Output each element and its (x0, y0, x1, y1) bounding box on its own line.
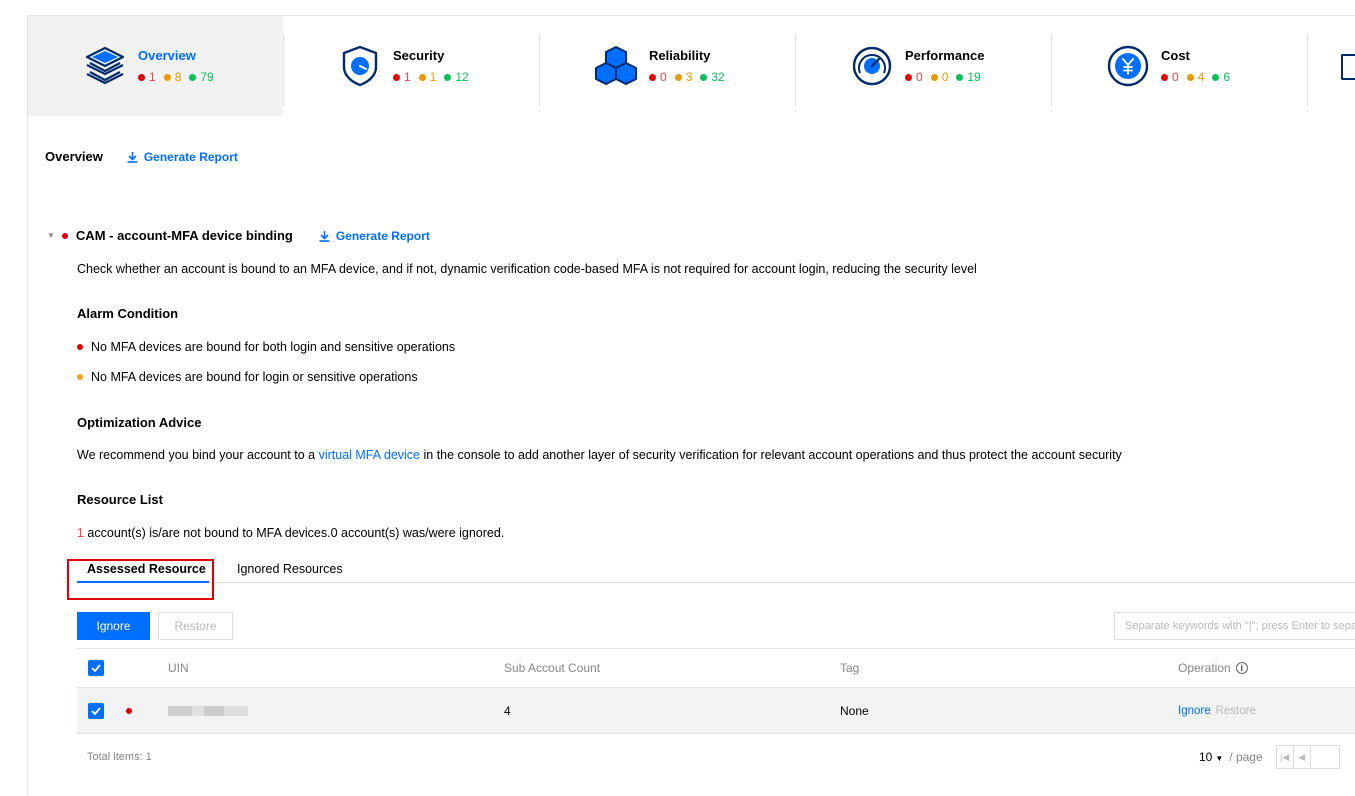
alarm-high-text: No MFA devices are bound for both login … (91, 340, 456, 354)
overview-header: Overview Generate Report (45, 149, 238, 164)
check-description: Check whether an account is bound to an … (77, 262, 977, 276)
high-risk-dot (77, 344, 83, 350)
healthy-count: 12 (444, 70, 469, 84)
yen-coin-icon (1107, 45, 1149, 87)
tab-overview[interactable]: Overview 1 8 79 (28, 16, 283, 116)
operation-cell: Ignore Restore (1178, 688, 1256, 733)
select-all-checkbox[interactable] (88, 649, 104, 687)
resource-tabs: Assessed Resource Ignored Resources (77, 562, 1355, 583)
info-icon[interactable]: i (1235, 662, 1248, 674)
medium-risk-count: 8 (163, 70, 181, 84)
page-size-select[interactable]: 10 ▼ (1199, 750, 1223, 764)
medium-risk-dot (77, 374, 83, 380)
per-page-label: / page (1229, 750, 1263, 764)
row-restore-link[interactable]: Restore (1216, 705, 1256, 717)
medium-risk-count: 0 (930, 70, 948, 84)
overview-generate-report-button[interactable]: Generate Report (127, 150, 238, 164)
tab-title: Security (393, 48, 445, 63)
healthy-count: 6 (1212, 70, 1230, 84)
high-risk-count: 0 (905, 70, 923, 84)
category-bar: Overview 1 8 79 Security 1 1 12 Reliabil… (28, 16, 1355, 116)
pagination: 10 ▼ / page |◀ ◀ (1199, 745, 1340, 769)
check-item-header: ▼ CAM - account-MFA device binding Gener… (47, 228, 430, 243)
resource-list-heading: Resource List (77, 492, 163, 507)
chevron-down-icon: ▼ (1215, 754, 1224, 763)
column-tag: Tag (840, 661, 860, 675)
tab-title: Overview (138, 48, 196, 63)
alarm-medium: No MFA devices are bound for login or se… (77, 370, 418, 384)
cubes-icon (595, 46, 637, 85)
resource-summary-text: account(s) is/are not bound to MFA devic… (83, 526, 505, 540)
healthy-count: 79 (189, 70, 214, 84)
row-risk-dot (126, 688, 132, 733)
high-risk-dot (61, 232, 68, 239)
tab-title: Cost (1161, 48, 1190, 63)
optimization-advice: We recommend you bind your account to a … (77, 448, 1122, 462)
shield-icon (342, 45, 378, 87)
tab-performance[interactable]: Performance 0 0 19 (795, 16, 1051, 116)
total-items: Total items: 1 (87, 751, 152, 763)
search-input[interactable] (1114, 612, 1355, 640)
row-ignore-link[interactable]: Ignore (1178, 705, 1211, 717)
table-header: UIN Sub Accout Count Tag Operation i (77, 648, 1355, 688)
medium-risk-count: 3 (674, 70, 692, 84)
resource-table: UIN Sub Accout Count Tag Operation i 4 N… (77, 648, 1355, 734)
tab-security[interactable]: Security 1 1 12 (283, 16, 539, 116)
prev-page-icon[interactable]: ◀ (1292, 745, 1311, 769)
partial-category-icon (1341, 54, 1355, 80)
high-risk-count: 0 (1161, 70, 1179, 84)
high-risk-count: 0 (649, 70, 667, 84)
overview-title: Overview (45, 149, 103, 164)
table-row: 4 None Ignore Restore (77, 688, 1355, 734)
column-operation-label: Operation (1178, 661, 1231, 675)
row-checkbox[interactable] (88, 688, 104, 733)
unbound-count: 1 (77, 526, 84, 540)
tab-title: Reliability (649, 48, 711, 63)
high-risk-count: 1 (138, 70, 156, 84)
medium-risk-count: 1 (418, 70, 436, 84)
tab-ignored-resources[interactable]: Ignored Resources (237, 562, 343, 583)
layers-icon (85, 46, 125, 85)
check-item-title: CAM - account-MFA device binding (75, 228, 293, 243)
page-number-input[interactable] (1309, 745, 1340, 769)
restore-button[interactable]: Restore (158, 612, 233, 640)
sub-account-count-cell: 4 (504, 703, 511, 718)
alarm-medium-text: No MFA devices are bound for login or se… (91, 370, 418, 384)
healthy-count: 32 (700, 70, 725, 84)
tab-cost[interactable]: Cost 0 4 6 (1051, 16, 1307, 116)
check-icon (91, 664, 101, 672)
advice-text-post: in the console to add another layer of s… (420, 448, 1122, 462)
virtual-mfa-device-link[interactable]: virtual MFA device (319, 448, 420, 462)
download-icon (319, 230, 330, 242)
item-generate-report-button[interactable]: Generate Report (319, 229, 430, 243)
collapse-caret-icon[interactable]: ▼ (47, 231, 55, 240)
optimization-advice-heading: Optimization Advice (77, 415, 202, 430)
column-operation: Operation i (1178, 649, 1248, 687)
medium-risk-count: 4 (1186, 70, 1204, 84)
alarm-condition-heading: Alarm Condition (77, 306, 179, 321)
column-uin: UIN (168, 661, 189, 675)
advice-text-pre: We recommend you bind your account to a (77, 448, 319, 462)
tag-cell: None (840, 703, 869, 718)
healthy-count: 19 (956, 70, 981, 84)
check-icon (91, 706, 101, 715)
alarm-high: No MFA devices are bound for both login … (77, 340, 455, 354)
download-icon (127, 151, 138, 163)
tab-reliability[interactable]: Reliability 0 3 32 (539, 16, 795, 116)
first-page-icon[interactable]: |◀ (1275, 745, 1294, 769)
ignore-button[interactable]: Ignore (77, 612, 150, 640)
resource-summary: 1 account(s) is/are not bound to MFA dev… (77, 526, 504, 540)
highlight-box (67, 559, 214, 600)
high-risk-count: 1 (393, 70, 411, 84)
column-sub-account-count: Sub Accout Count (504, 661, 601, 675)
uin-masked (168, 688, 248, 733)
gauge-icon (852, 46, 892, 86)
tab-title: Performance (905, 48, 985, 63)
